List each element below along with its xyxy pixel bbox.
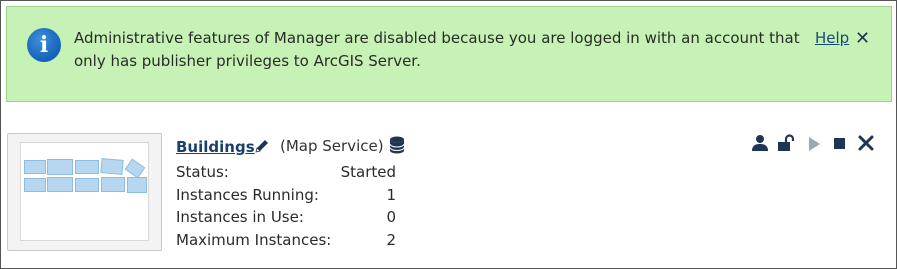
status-label: Status: [176, 163, 229, 181]
instances-in-use-label: Instances in Use: [176, 208, 304, 226]
maximum-instances-label: Maximum Instances: [176, 231, 332, 249]
service-thumbnail[interactable] [7, 133, 162, 251]
service-name-link[interactable]: Buildings [176, 137, 255, 157]
info-banner: i Administrative features of Manager are… [6, 6, 892, 102]
service-type: (Map Service) [280, 137, 384, 155]
database-icon [389, 136, 405, 154]
stop-icon[interactable] [831, 135, 849, 153]
close-icon[interactable] [857, 134, 875, 152]
play-icon[interactable] [805, 135, 823, 153]
close-icon[interactable]: ✕ [855, 28, 870, 50]
instances-running-value: 1 [386, 186, 396, 204]
unlock-icon[interactable] [777, 134, 795, 152]
status-value: Started [340, 163, 396, 181]
help-link[interactable]: Help [815, 27, 849, 50]
thumbnail-map [20, 142, 149, 241]
pencil-icon[interactable] [253, 137, 271, 155]
banner-message: Administrative features of Manager are d… [74, 29, 800, 70]
info-icon: i [27, 28, 61, 62]
instances-in-use-value: 0 [386, 208, 396, 226]
user-icon[interactable] [751, 134, 769, 152]
instances-running-label: Instances Running: [176, 186, 319, 204]
maximum-instances-value: 2 [386, 231, 396, 249]
